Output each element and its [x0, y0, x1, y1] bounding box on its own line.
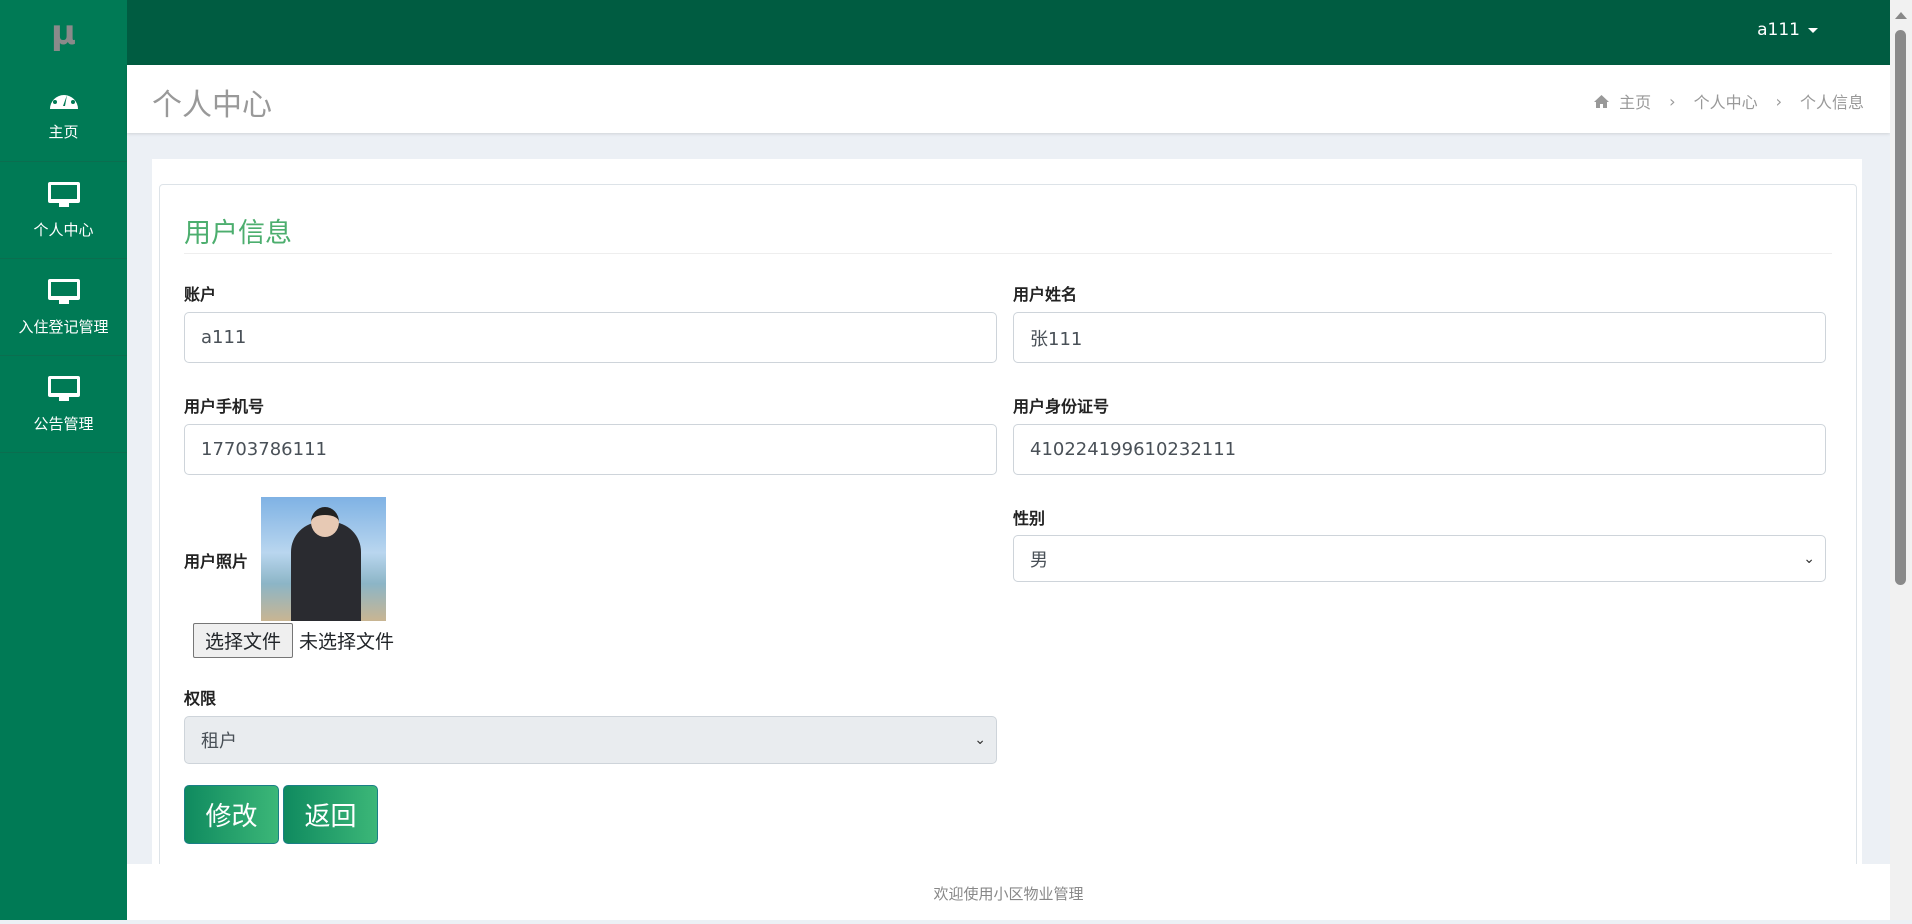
sidebar-item-label: 个人中心: [33, 220, 94, 239]
sidebar-item-checkin-management[interactable]: 入住登记管理: [0, 259, 127, 356]
dashboard-icon: [49, 88, 78, 109]
breadcrumb: 主页 › 个人中心 › 个人信息: [1594, 89, 1864, 113]
card-title: 用户信息: [184, 218, 292, 249]
sidebar-item-label: 主页: [48, 122, 79, 141]
caret-down-icon: [1808, 27, 1818, 33]
top-navbar: a111: [0, 0, 1890, 65]
monitor-icon: [47, 181, 80, 207]
home-icon: [1594, 94, 1610, 108]
role-select[interactable]: 租户 ⌄: [184, 716, 997, 764]
logo[interactable]: μ: [0, 0, 127, 65]
user-menu-dropdown[interactable]: a111: [1757, 20, 1818, 40]
monitor-icon: [47, 278, 80, 304]
role-value: 租户: [201, 731, 237, 752]
account-label: 账户: [184, 285, 217, 304]
chevron-right-icon: ›: [1669, 91, 1676, 111]
account-input[interactable]: a111: [184, 312, 997, 363]
idcard-input[interactable]: 410224199610232111: [1013, 424, 1826, 475]
username: a111: [1757, 20, 1800, 40]
phone-label: 用户手机号: [184, 397, 265, 416]
name-input[interactable]: 张111: [1013, 312, 1826, 363]
chevron-right-icon: ›: [1775, 91, 1782, 111]
divider: [184, 253, 1832, 254]
photo-label: 用户照片: [184, 552, 249, 571]
idcard-label: 用户身份证号: [1013, 397, 1110, 416]
user-photo: [261, 497, 386, 621]
chevron-down-icon: ⌄: [974, 732, 986, 748]
sidebar: 主页 个人中心 入住登记管理 公告管理: [0, 65, 127, 920]
gender-select[interactable]: 男 ⌄: [1013, 535, 1826, 582]
scrollbar[interactable]: [1890, 0, 1912, 920]
content-header: 个人中心 主页 › 个人中心 › 个人信息: [127, 65, 1890, 133]
user-info-card: 用户信息 账户 a111 用户姓名 张111 用户手机号 17703786111…: [159, 184, 1857, 884]
breadcrumb-current: 个人信息: [1799, 93, 1864, 112]
content-box: 用户信息 账户 a111 用户姓名 张111 用户手机号 17703786111…: [152, 159, 1862, 884]
scrollbar-thumb[interactable]: [1895, 30, 1906, 585]
choose-file-button[interactable]: 选择文件: [193, 623, 293, 658]
footer: 欢迎使用小区物业管理: [127, 864, 1890, 920]
scroll-up-icon[interactable]: [1895, 12, 1907, 19]
chevron-down-icon: ⌄: [1803, 550, 1815, 567]
gender-value: 男: [1030, 549, 1048, 571]
role-label: 权限: [184, 689, 217, 708]
monitor-icon: [47, 375, 80, 401]
edit-button[interactable]: 修改: [184, 785, 279, 844]
breadcrumb-personal-center[interactable]: 个人中心: [1694, 89, 1758, 113]
sidebar-item-label: 公告管理: [33, 414, 94, 433]
no-file-text: 未选择文件: [299, 631, 395, 653]
sidebar-item-label: 入住登记管理: [18, 317, 109, 336]
back-button[interactable]: 返回: [283, 785, 378, 844]
page-title: 个人中心: [152, 88, 272, 123]
phone-input[interactable]: 17703786111: [184, 424, 997, 475]
gender-label: 性别: [1013, 509, 1046, 528]
sidebar-item-announcement-management[interactable]: 公告管理: [0, 356, 127, 453]
name-label: 用户姓名: [1013, 285, 1078, 304]
breadcrumb-home[interactable]: 主页: [1619, 89, 1651, 113]
sidebar-item-personal-center[interactable]: 个人中心: [0, 162, 127, 259]
sidebar-item-home[interactable]: 主页: [0, 65, 127, 162]
